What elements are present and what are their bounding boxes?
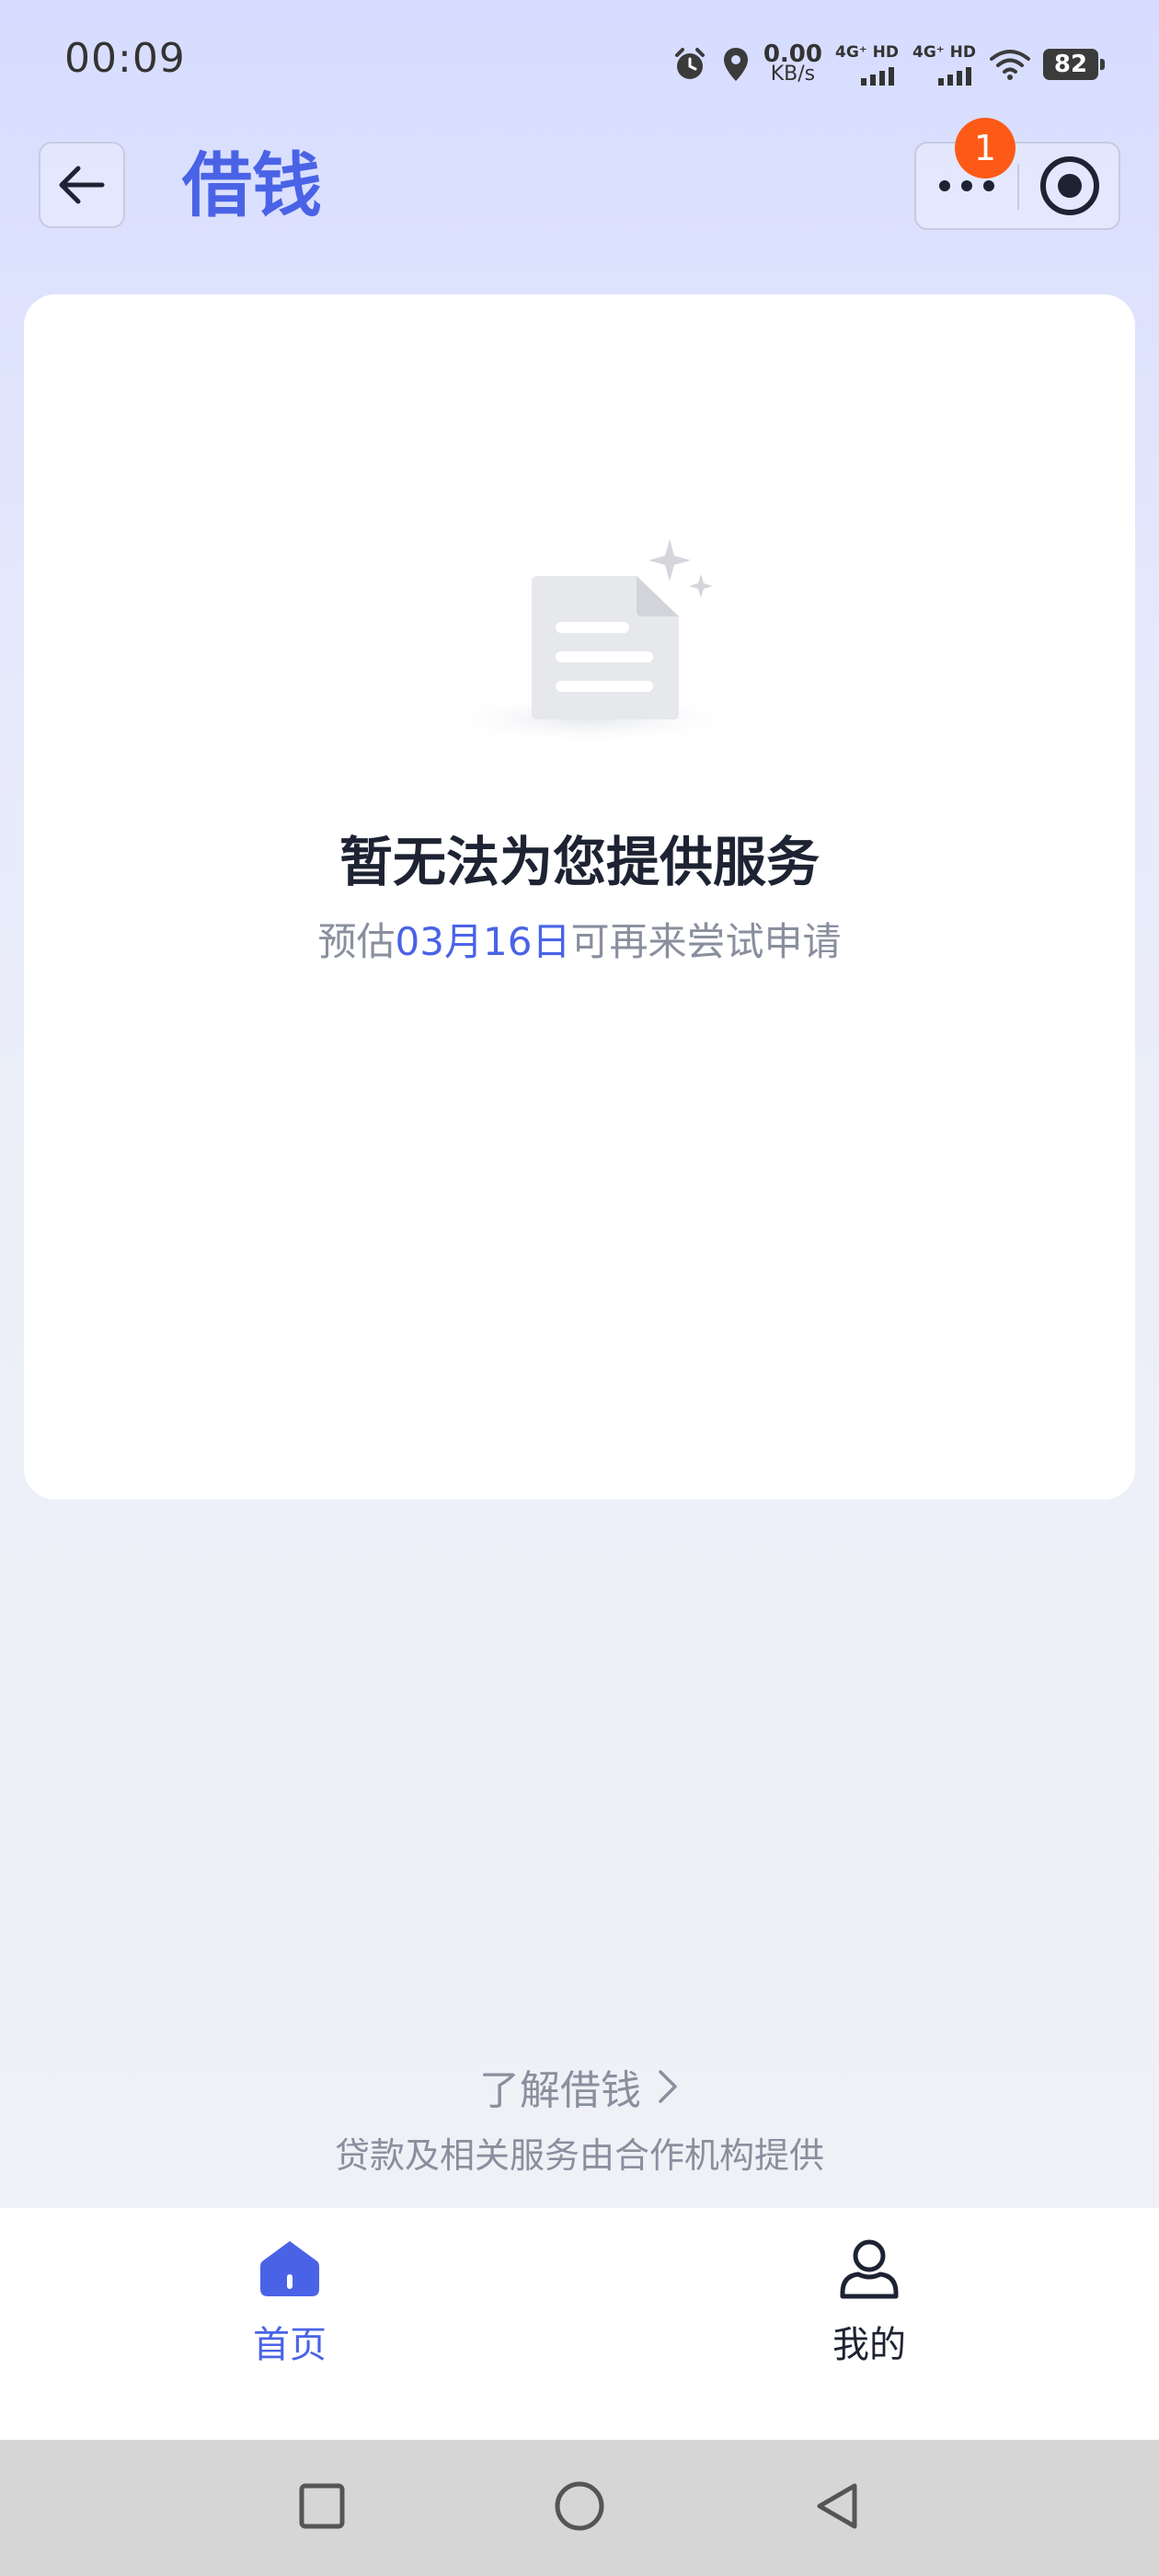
home-icon [253, 2232, 327, 2306]
signal-sim2: 4G⁺ HD [912, 43, 977, 86]
recent-apps-icon [299, 2483, 345, 2529]
signal-bars-icon [938, 67, 971, 86]
disclaimer-text: 贷款及相关服务由合作机构提供 [334, 2135, 824, 2176]
tab-mine-label: 我的 [832, 2324, 906, 2366]
back-nav-button[interactable] [791, 2460, 883, 2552]
close-miniapp-button[interactable] [1019, 144, 1120, 228]
empty-state-title: 暂无法为您提供服务 [339, 831, 820, 893]
notification-badge: 1 [955, 118, 1016, 178]
tab-home[interactable]: 首页 [170, 2228, 409, 2394]
target-circle-icon [1040, 156, 1099, 215]
status-icons: 0.00 KB/s 4G⁺ HD 4G⁺ HD 82 [671, 37, 1105, 92]
status-bar: 00:09 0.00 KB/s 4G⁺ HD 4G⁺ HD 82 [0, 0, 1159, 129]
subtitle-suffix: 可再来尝试申请 [570, 919, 842, 964]
recent-apps-button[interactable] [276, 2460, 368, 2552]
signal-bars-icon [861, 67, 894, 86]
empty-state-subtitle: 预估03月16日可再来尝试申请 [24, 911, 1135, 967]
tab-home-label: 首页 [253, 2324, 327, 2366]
miniapp-capsule [914, 142, 1120, 230]
battery-icon: 82 [1043, 49, 1105, 80]
empty-document-icon [419, 506, 769, 745]
chevron-right-icon [659, 2070, 677, 2103]
user-icon [832, 2232, 906, 2306]
empty-state-card: 暂无法为您提供服务 预估03月16日可再来尝试申请 [24, 294, 1135, 1500]
back-button[interactable] [39, 142, 125, 228]
retry-date: 03月16日 [395, 919, 571, 964]
arrow-left-icon [59, 166, 105, 204]
learn-more-label: 了解借钱 [479, 2067, 641, 2114]
tab-mine[interactable]: 我的 [750, 2228, 989, 2394]
learn-more-link[interactable]: 了解借钱 [0, 2057, 1159, 2116]
location-icon [721, 46, 751, 83]
status-time: 00:09 [64, 35, 186, 82]
more-dots-icon [939, 180, 994, 191]
net-speed: 0.00 KB/s [763, 40, 822, 86]
signal-sim1: 4G⁺ HD [835, 43, 900, 86]
wifi-icon [990, 48, 1030, 81]
home-nav-button[interactable] [534, 2460, 625, 2552]
page-title: 借钱 [182, 144, 322, 226]
home-circle-icon [555, 2481, 604, 2531]
bottom-tab-bar: 首页 我的 [0, 2208, 1159, 2440]
alarm-icon [671, 46, 708, 83]
subtitle-prefix: 预估 [317, 919, 396, 964]
system-nav-bar [0, 2440, 1159, 2576]
back-triangle-icon [817, 2483, 857, 2529]
